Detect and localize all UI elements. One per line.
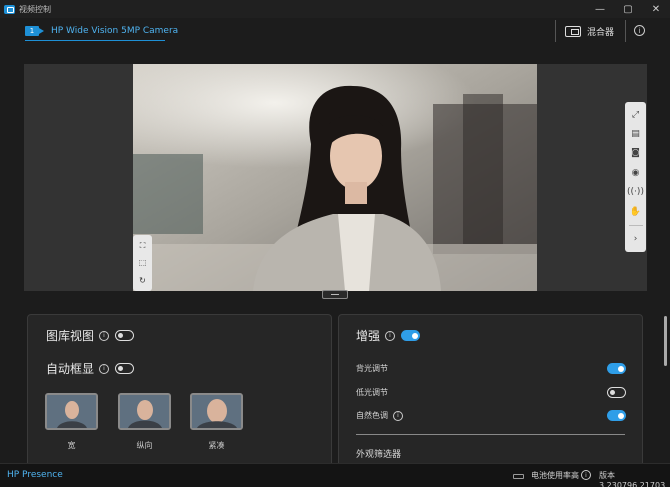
framing-thumbnail-wide[interactable] xyxy=(45,393,98,430)
backlight-row: 背光调节 xyxy=(356,363,626,374)
section-divider xyxy=(356,434,625,435)
auto-frame-row: 自动框显 i xyxy=(46,360,135,377)
print-icon[interactable]: ▤ xyxy=(630,128,642,140)
person-thumbnail-image xyxy=(47,395,96,428)
camera-feed-image xyxy=(133,64,537,291)
battery-icon xyxy=(513,474,524,479)
appearance-filter-label: 外观筛选器 xyxy=(356,450,402,460)
framing-thumbnail-portrait[interactable] xyxy=(118,393,171,430)
right-toolbar: ⤢ ▤ ◙ ◉ ((·)) ✋ › xyxy=(625,102,646,252)
frame-resize-icon[interactable]: ⬚ xyxy=(138,258,148,268)
info-icon[interactable]: i xyxy=(581,470,591,480)
battery-status: 电池使用率高 xyxy=(531,471,579,480)
camera-icon[interactable]: ◙ xyxy=(630,147,642,159)
broadcast-icon[interactable]: ((·)) xyxy=(627,186,644,198)
status-bar: HP Presence 电池使用率高 i 版本 3.230796.21703 xyxy=(0,463,670,487)
backlight-label: 背光调节 xyxy=(356,364,388,373)
person-thumbnail-image xyxy=(192,395,241,428)
header: 1 HP Wide Vision 5MP Camera 混合器 i xyxy=(0,18,670,48)
enhance-title: 增强 xyxy=(356,329,381,343)
appearance-filter-row: 外观筛选器 xyxy=(356,447,401,460)
camera-tab[interactable]: 1 HP Wide Vision 5MP Camera xyxy=(25,23,178,39)
framing-thumbnail-compact[interactable] xyxy=(190,393,243,430)
person-thumbnail-image xyxy=(120,395,169,428)
toolbar-divider xyxy=(628,224,643,226)
info-icon[interactable]: i xyxy=(99,363,110,374)
maximize-button[interactable]: ▢ xyxy=(614,0,642,18)
info-icon[interactable]: i xyxy=(393,410,403,421)
info-icon[interactable]: i xyxy=(99,330,110,341)
auto-frame-toggle[interactable] xyxy=(115,363,135,374)
app-icon xyxy=(4,4,15,14)
scrollbar[interactable] xyxy=(664,316,667,366)
title-bar: 视频控制 — ▢ ✕ xyxy=(0,0,670,18)
natural-tone-label: 自然色调 xyxy=(356,411,388,420)
natural-tone-row: 自然色调 i xyxy=(356,410,626,421)
thumbnail-label-portrait: 纵向 xyxy=(136,441,153,450)
record-icon[interactable]: ◉ xyxy=(630,167,642,179)
expand-icon[interactable]: ⤢ xyxy=(630,109,642,121)
picture-in-picture-icon xyxy=(565,25,581,37)
thumbnail-label-wide: 宽 xyxy=(67,441,76,450)
collapse-preview-handle[interactable] xyxy=(322,290,348,299)
active-tab-indicator xyxy=(25,40,165,41)
enhance-toggle[interactable] xyxy=(401,330,421,341)
low-light-label: 低光调节 xyxy=(356,388,388,397)
info-icon[interactable]: i xyxy=(385,330,396,341)
mixer-button[interactable]: 混合器 xyxy=(565,23,614,39)
natural-tone-toggle[interactable] xyxy=(607,410,626,421)
backlight-toggle[interactable] xyxy=(607,363,626,374)
info-icon[interactable]: i xyxy=(634,25,645,36)
hand-icon[interactable]: ✋ xyxy=(630,206,642,218)
gallery-view-label: 图库视图 xyxy=(46,329,95,343)
gallery-view-toggle[interactable] xyxy=(115,330,135,341)
low-light-row: 低光调节 xyxy=(356,387,626,398)
chevron-right-icon[interactable]: › xyxy=(630,233,642,245)
frame-select-icon[interactable]: ⛶ xyxy=(138,241,148,251)
minimize-button[interactable]: — xyxy=(586,0,614,18)
auto-frame-label: 自动框显 xyxy=(46,362,95,376)
low-light-toggle[interactable] xyxy=(607,387,626,398)
brand-label: HP Presence xyxy=(7,470,63,480)
natural-tone-label-group: 自然色调 i xyxy=(356,410,403,421)
header-divider xyxy=(555,20,556,42)
thumbnail-label-compact: 紧凑 xyxy=(208,441,225,450)
header-divider xyxy=(625,20,626,42)
camera-preview xyxy=(133,64,537,291)
window-title: 视频控制 xyxy=(19,4,51,14)
camera-index-badge: 1 xyxy=(25,26,44,36)
enhance-header-row: 增强 i xyxy=(356,327,421,344)
gallery-view-row: 图库视图 i xyxy=(46,327,135,344)
window-controls: — ▢ ✕ xyxy=(586,0,670,18)
rotate-icon[interactable]: ↻ xyxy=(138,275,148,285)
mixer-label: 混合器 xyxy=(587,27,615,38)
camera-name: HP Wide Vision 5MP Camera xyxy=(51,26,179,36)
close-button[interactable]: ✕ xyxy=(642,0,670,18)
left-toolbar: ⛶ ⬚ ↻ xyxy=(133,235,152,291)
version-label: 版本 3.230796.21703 xyxy=(599,471,666,487)
